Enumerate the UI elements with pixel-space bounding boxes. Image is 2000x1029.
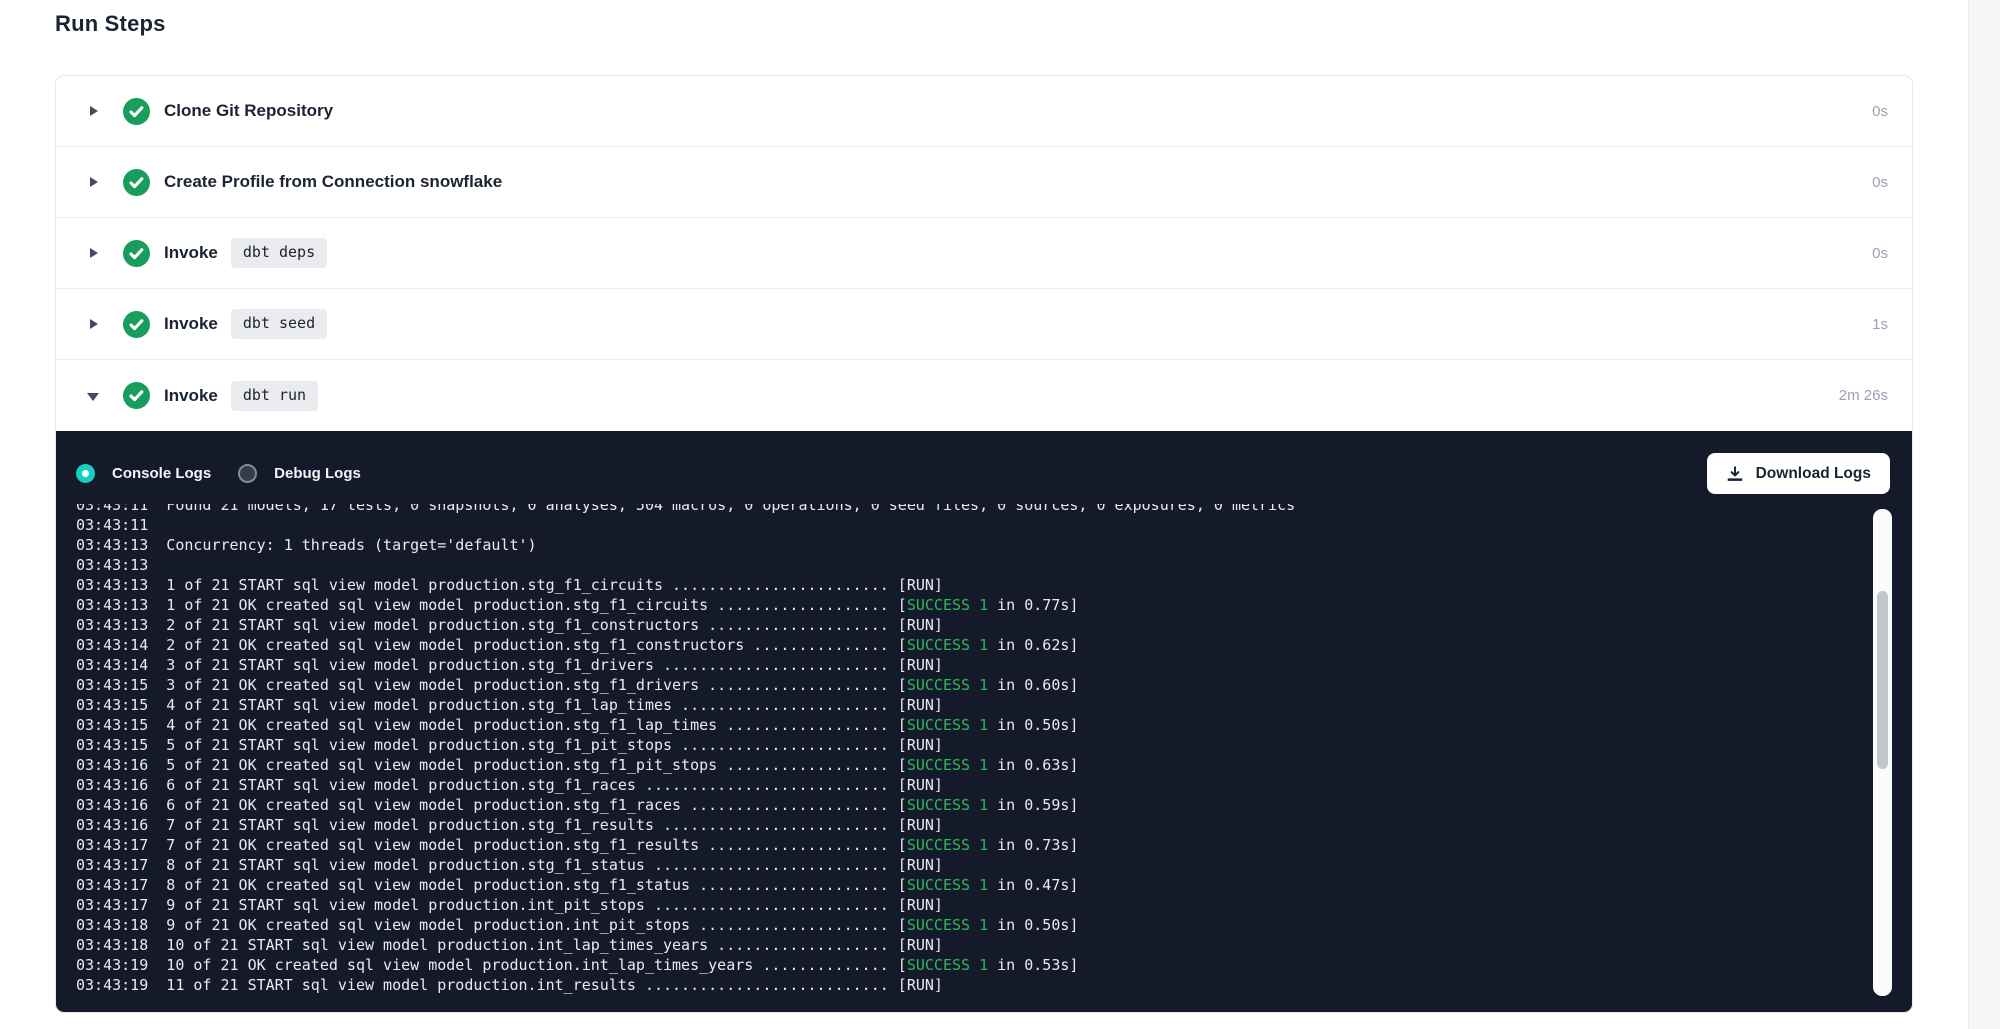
step-row[interactable]: Invoke dbt seed 1s	[56, 289, 1912, 360]
log-line: 03:43:17 8 of 21 OK created sql view mod…	[76, 875, 1862, 895]
log-line: 03:43:18 10 of 21 START sql view model p…	[76, 935, 1862, 955]
log-line: 03:43:11 Found 21 models, 17 tests, 0 sn…	[76, 504, 1862, 515]
log-line: 03:43:16 7 of 21 START sql view model pr…	[76, 815, 1862, 835]
log-line: 03:43:17 8 of 21 START sql view model pr…	[76, 855, 1862, 875]
step-duration: 1s	[1872, 316, 1888, 333]
success-status-text: SUCCESS 1	[907, 876, 988, 894]
log-line: 03:43:15 4 of 21 START sql view model pr…	[76, 695, 1862, 715]
success-status-text: SUCCESS 1	[907, 636, 988, 654]
step-label: Clone Git Repository	[164, 101, 333, 121]
download-logs-label: Download Logs	[1756, 465, 1871, 483]
log-line: 03:43:15 4 of 21 OK created sql view mod…	[76, 715, 1862, 735]
download-logs-button[interactable]: Download Logs	[1707, 453, 1890, 494]
success-status-text: SUCCESS 1	[907, 716, 988, 734]
success-status-text: SUCCESS 1	[907, 956, 988, 974]
log-line: 03:43:16 6 of 21 START sql view model pr…	[76, 775, 1862, 795]
success-check-icon	[123, 382, 150, 409]
run-steps-list: Clone Git Repository0sCreate Profile fro…	[56, 76, 1912, 431]
log-line: 03:43:17 9 of 21 START sql view model pr…	[76, 895, 1862, 915]
success-status-text: SUCCESS 1	[907, 756, 988, 774]
step-row[interactable]: Invoke dbt run 2m 26s	[56, 360, 1912, 431]
step-row[interactable]: Invoke dbt deps 0s	[56, 218, 1912, 289]
step-duration: 0s	[1872, 174, 1888, 191]
success-check-icon	[123, 311, 150, 338]
console-logs-label: Console Logs	[112, 465, 211, 482]
step-label: Create Profile from Connection snowflake	[164, 172, 502, 192]
log-scrollbar-track[interactable]	[1873, 509, 1892, 996]
chevron-right-icon[interactable]	[89, 176, 99, 188]
log-line: 03:43:13 Concurrency: 1 threads (target=…	[76, 535, 1862, 555]
download-icon	[1726, 465, 1744, 483]
success-status-text: SUCCESS 1	[907, 596, 988, 614]
log-line: 03:43:13 1 of 21 OK created sql view mod…	[76, 595, 1862, 615]
log-line: 03:43:14 2 of 21 OK created sql view mod…	[76, 635, 1862, 655]
log-panel: Console Logs Debug Logs Download Logs 03:…	[56, 431, 1912, 1012]
chevron-right-icon[interactable]	[89, 318, 99, 330]
log-line: 03:43:15 5 of 21 START sql view model pr…	[76, 735, 1862, 755]
log-line: 03:43:15 3 of 21 OK created sql view mod…	[76, 675, 1862, 695]
console-logs-radio[interactable]: Console Logs	[76, 464, 211, 483]
log-line: 03:43:11	[76, 515, 1862, 535]
step-label: Invoke	[164, 386, 218, 406]
page-right-gutter	[1968, 0, 2000, 1029]
step-command-badge: dbt run	[231, 381, 318, 411]
run-steps-card: Clone Git Repository0sCreate Profile fro…	[55, 75, 1913, 1013]
debug-logs-label: Debug Logs	[274, 465, 361, 482]
step-row[interactable]: Create Profile from Connection snowflake…	[56, 147, 1912, 218]
log-line: 03:43:13 1 of 21 START sql view model pr…	[76, 575, 1862, 595]
success-check-icon	[123, 169, 150, 196]
console-log-output: 03:43:11 Found 21 models, 17 tests, 0 sn…	[76, 504, 1862, 1000]
step-command-badge: dbt deps	[231, 238, 327, 268]
success-status-text: SUCCESS 1	[907, 836, 988, 854]
log-line: 03:43:19 11 of 21 START sql view model p…	[76, 975, 1862, 995]
step-duration: 0s	[1872, 103, 1888, 120]
log-line: 03:43:18 9 of 21 OK created sql view mod…	[76, 915, 1862, 935]
log-line: 03:43:19 10 of 21 OK created sql view mo…	[76, 955, 1862, 975]
log-line: 03:43:13	[76, 555, 1862, 575]
chevron-down-icon[interactable]	[89, 390, 99, 402]
log-lines: 03:43:11 Found 21 models, 17 tests, 0 sn…	[76, 504, 1862, 995]
log-line: 03:43:16 5 of 21 OK created sql view mod…	[76, 755, 1862, 775]
log-panel-header: Console Logs Debug Logs Download Logs	[56, 431, 1912, 494]
chevron-right-icon[interactable]	[89, 105, 99, 117]
success-check-icon	[123, 98, 150, 125]
step-label: Invoke	[164, 314, 218, 334]
log-line: 03:43:13 2 of 21 START sql view model pr…	[76, 615, 1862, 635]
success-status-text: SUCCESS 1	[907, 916, 988, 934]
log-scrollbar-thumb[interactable]	[1877, 591, 1888, 769]
success-status-text: SUCCESS 1	[907, 796, 988, 814]
step-label: Invoke	[164, 243, 218, 263]
debug-logs-radio[interactable]: Debug Logs	[238, 464, 361, 483]
radio-selected-icon	[76, 464, 95, 483]
step-duration: 2m 26s	[1839, 387, 1888, 404]
log-line: 03:43:16 6 of 21 OK created sql view mod…	[76, 795, 1862, 815]
success-status-text: SUCCESS 1	[907, 676, 988, 694]
chevron-right-icon[interactable]	[89, 247, 99, 259]
log-line: 03:43:17 7 of 21 OK created sql view mod…	[76, 835, 1862, 855]
step-command-badge: dbt seed	[231, 309, 327, 339]
radio-unselected-icon	[238, 464, 257, 483]
log-line: 03:43:14 3 of 21 START sql view model pr…	[76, 655, 1862, 675]
page-title: Run Steps	[55, 11, 166, 37]
step-duration: 0s	[1872, 245, 1888, 262]
step-row[interactable]: Clone Git Repository 0s	[56, 76, 1912, 147]
log-type-radio-group: Console Logs Debug Logs	[76, 464, 388, 483]
success-check-icon	[123, 240, 150, 267]
